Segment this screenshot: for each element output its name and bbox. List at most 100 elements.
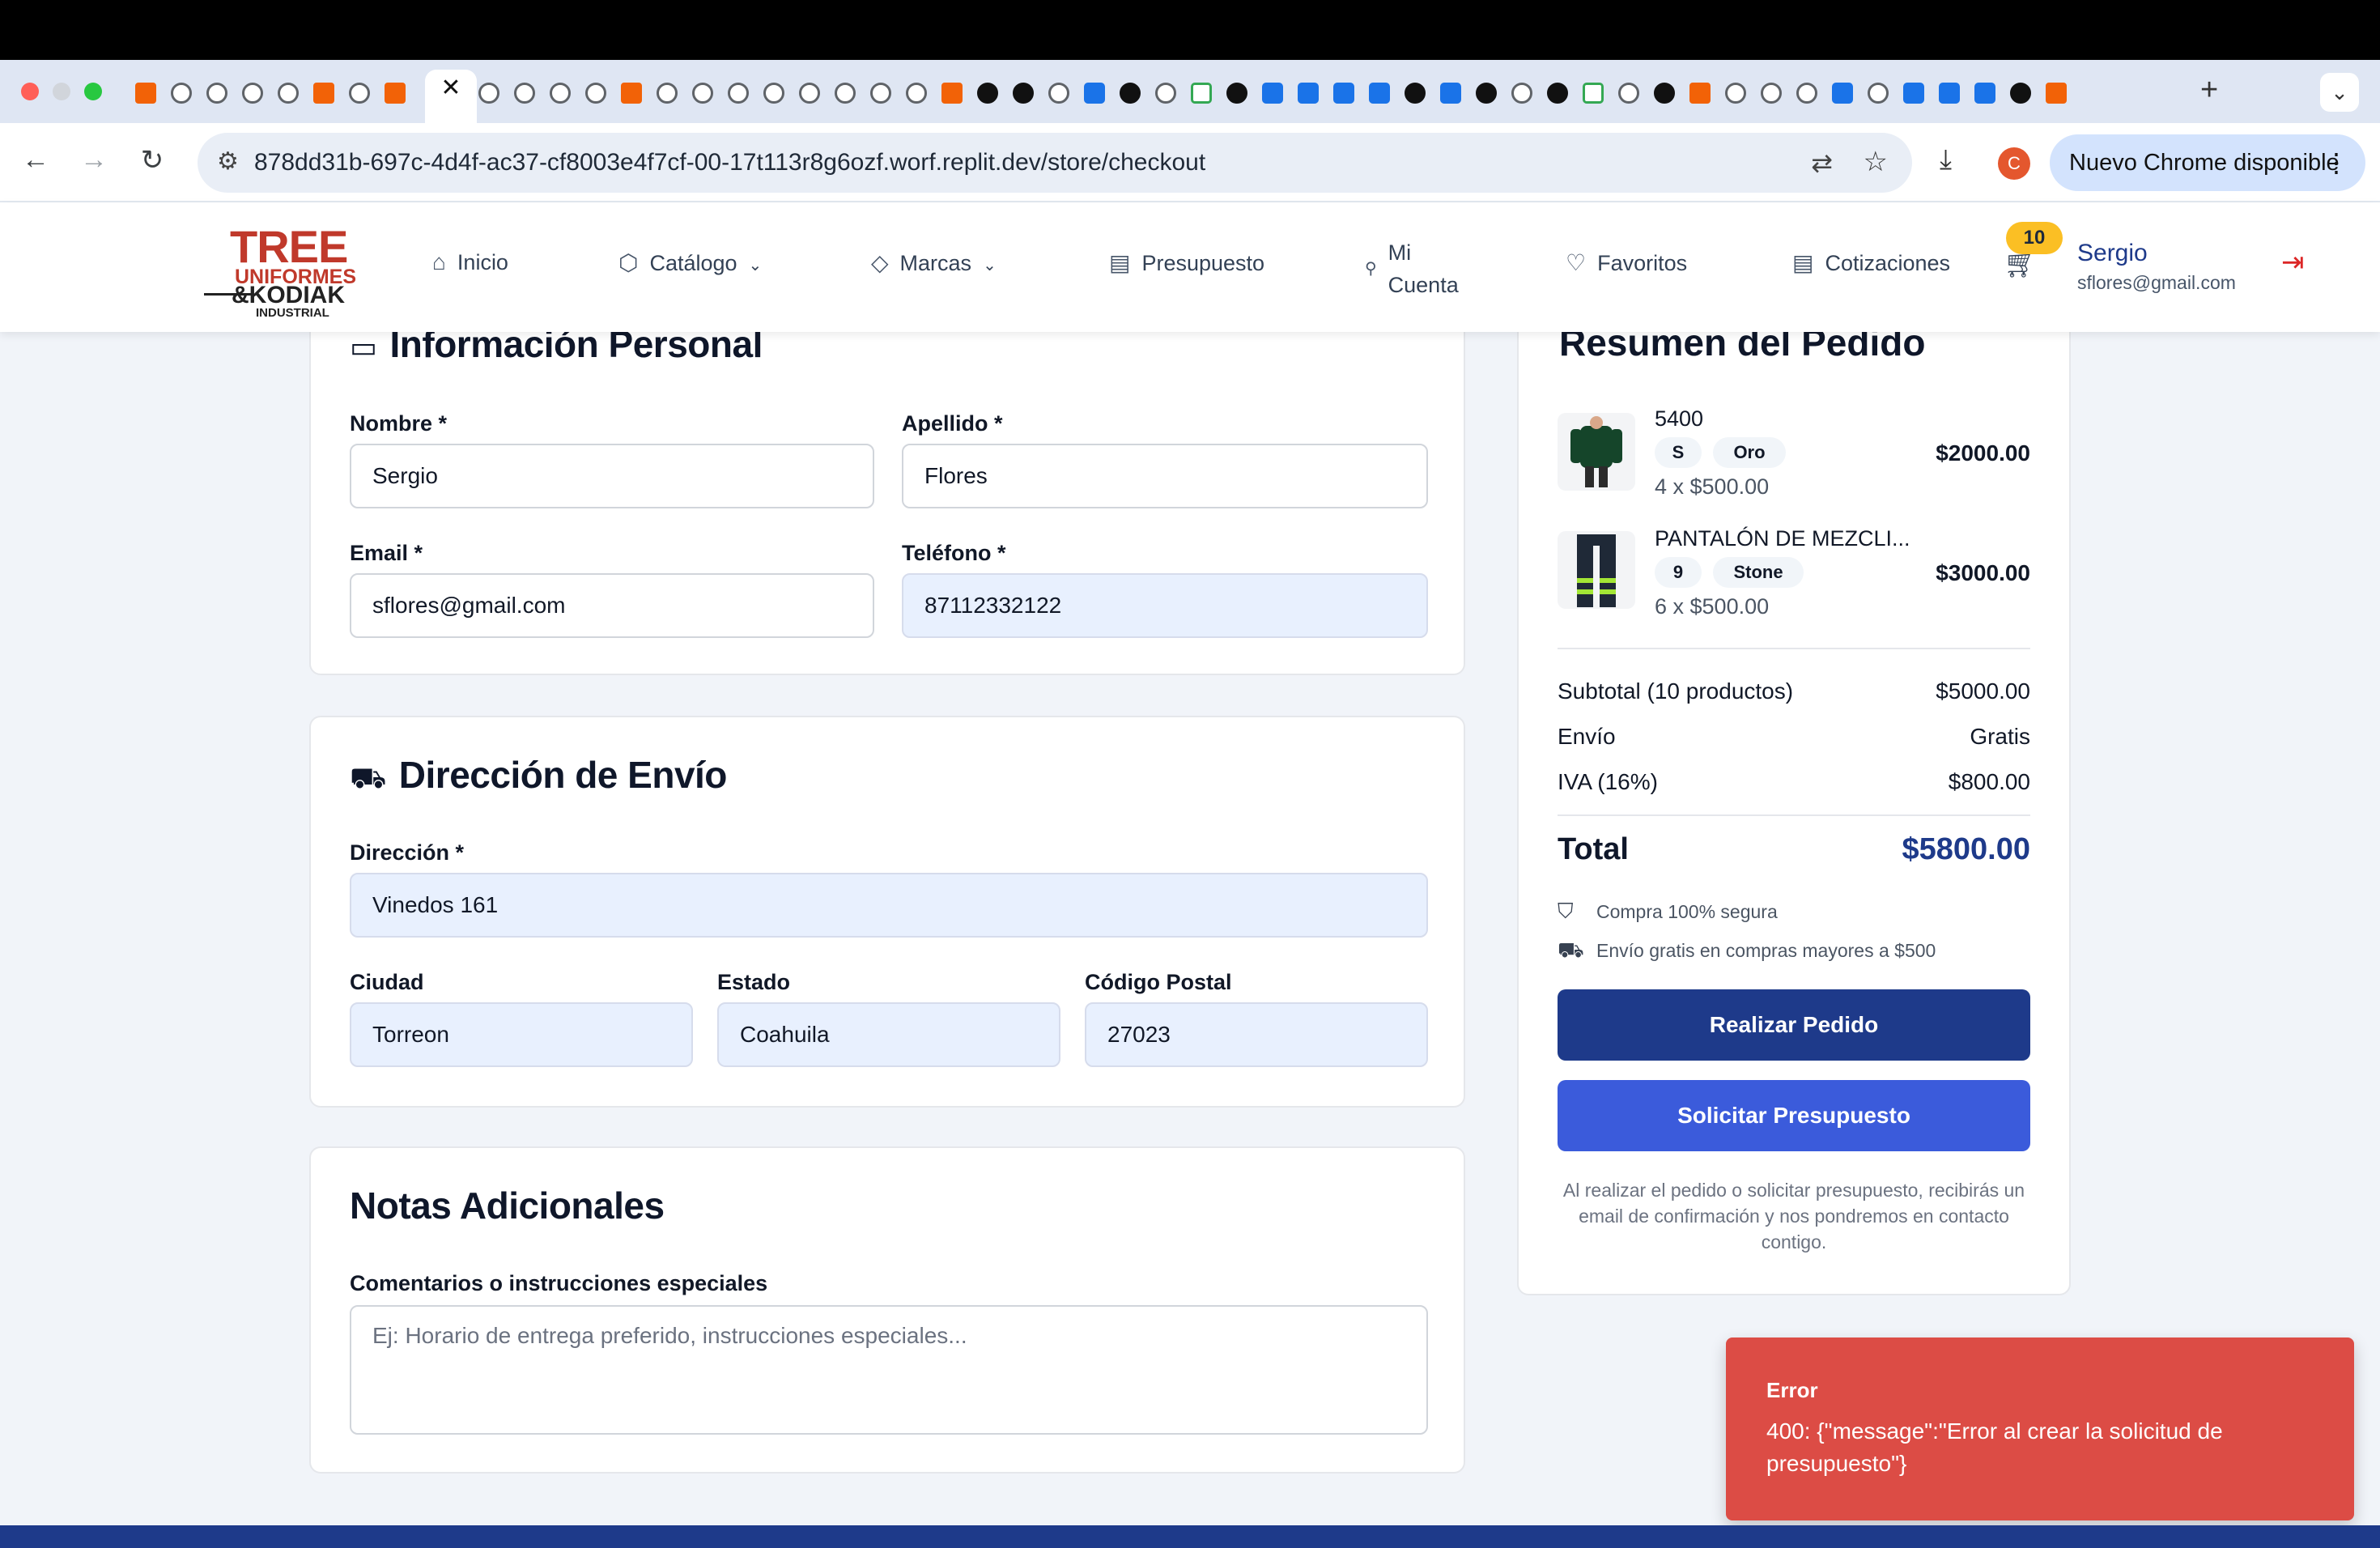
zoom-window-icon[interactable] bbox=[84, 83, 102, 100]
ciudad-input[interactable]: Torreon bbox=[350, 1002, 693, 1067]
tab-favicon-icon[interactable] bbox=[1440, 83, 1461, 104]
estado-input[interactable]: Coahuila bbox=[717, 1002, 1060, 1067]
product-thumbnail[interactable] bbox=[1558, 413, 1635, 491]
user-name[interactable]: Sergio bbox=[2077, 240, 2148, 267]
tab-search-button[interactable]: ⌄ bbox=[2320, 73, 2359, 112]
profile-avatar[interactable]: C bbox=[1998, 147, 2030, 180]
email-input[interactable]: sflores@gmail.com bbox=[350, 573, 874, 638]
tab-favicon-icon[interactable] bbox=[1226, 83, 1247, 104]
tab-favicon-icon[interactable] bbox=[1725, 83, 1746, 104]
tab-favicon-icon[interactable] bbox=[1298, 83, 1319, 104]
omnibox[interactable]: ⚙ 878dd31b-697c-4d4f-ac37-cf8003e4f7cf-0… bbox=[198, 133, 1912, 193]
tab-favicon-icon[interactable] bbox=[621, 83, 642, 104]
apellido-input[interactable]: Flores bbox=[902, 444, 1428, 508]
tab-favicon-icon[interactable] bbox=[206, 83, 227, 104]
tab-favicon-icon[interactable] bbox=[1476, 83, 1497, 104]
tab-favicon-icon[interactable] bbox=[1333, 83, 1354, 104]
tab-favicon-icon[interactable] bbox=[1903, 83, 1924, 104]
nav-mi-cuenta[interactable]: ⚲ Mi Cuenta bbox=[1365, 236, 1459, 301]
size-chip: S bbox=[1655, 437, 1702, 468]
direccion-input[interactable]: Vinedos 161 bbox=[350, 873, 1428, 938]
tab-favicon-icon[interactable] bbox=[171, 83, 192, 104]
nav-cotizaciones[interactable]: ▤ Cotizaciones bbox=[1792, 249, 1950, 276]
site-settings-icon[interactable]: ⚙ bbox=[217, 147, 239, 176]
codigo-postal-input[interactable]: 27023 bbox=[1085, 1002, 1428, 1067]
reload-icon[interactable]: ↻ bbox=[134, 144, 170, 176]
bookmark-star-icon[interactable]: ☆ bbox=[1864, 146, 1888, 178]
nav-inicio[interactable]: ⌂ Inicio bbox=[432, 249, 508, 275]
kebab-menu-icon[interactable]: ⋮ bbox=[2323, 134, 2349, 191]
logout-icon[interactable]: ⇥ bbox=[2281, 246, 2305, 279]
realizar-pedido-button[interactable]: Realizar Pedido bbox=[1558, 989, 2030, 1061]
tab-favicon-icon[interactable] bbox=[1155, 83, 1176, 104]
minimize-window-icon[interactable] bbox=[53, 83, 70, 100]
tab-favicon-icon[interactable] bbox=[835, 83, 856, 104]
tab-close-icon[interactable]: ✕ bbox=[437, 74, 465, 102]
tab-favicon-icon[interactable] bbox=[1618, 83, 1639, 104]
tab-favicon-icon[interactable] bbox=[1689, 83, 1711, 104]
tab-favicon-icon[interactable] bbox=[1191, 83, 1212, 104]
tab-favicon-icon[interactable] bbox=[1013, 83, 1034, 104]
notes-textarea[interactable]: Ej: Horario de entrega preferido, instru… bbox=[350, 1305, 1428, 1435]
tab-favicon-icon[interactable] bbox=[1868, 83, 1889, 104]
github-icon[interactable] bbox=[1120, 83, 1141, 104]
back-icon[interactable]: ← bbox=[18, 144, 53, 176]
nav-favoritos[interactable]: ♡ Favoritos bbox=[1566, 249, 1687, 276]
new-tab-button[interactable]: + bbox=[2200, 73, 2218, 108]
tab-favicon-icon[interactable] bbox=[385, 83, 406, 104]
vscode-icon[interactable] bbox=[1974, 83, 1995, 104]
nav-label: Cotizaciones bbox=[1825, 251, 1951, 275]
nav-presupuesto[interactable]: ▤ Presupuesto bbox=[1109, 249, 1264, 276]
tab-favicon-icon[interactable] bbox=[799, 83, 820, 104]
nav-marcas[interactable]: ◇ Marcas ⌄ bbox=[871, 249, 997, 276]
tab-favicon-icon[interactable] bbox=[349, 83, 370, 104]
nombre-input[interactable]: Sergio bbox=[350, 444, 874, 508]
close-window-icon[interactable] bbox=[21, 83, 39, 100]
tab-favicon-icon[interactable] bbox=[1796, 83, 1817, 104]
github-icon[interactable] bbox=[1654, 83, 1675, 104]
url-text[interactable]: 878dd31b-697c-4d4f-ac37-cf8003e4f7cf-00-… bbox=[254, 149, 1205, 176]
item-name: 5400 bbox=[1655, 406, 1704, 431]
tab-favicon-icon[interactable] bbox=[1369, 83, 1390, 104]
tab-favicon-icon[interactable] bbox=[1084, 83, 1105, 104]
tab-favicon-icon[interactable] bbox=[1262, 83, 1283, 104]
brand-logo[interactable]: TREE UNIFORMES &KODIAK INDUSTRIAL bbox=[204, 220, 358, 320]
forward-icon[interactable]: → bbox=[76, 144, 112, 176]
error-toast[interactable]: Error 400: {"message":"Error al crear la… bbox=[1726, 1337, 2354, 1520]
tab-favicon-icon[interactable] bbox=[1761, 83, 1782, 104]
google-icon[interactable] bbox=[1511, 83, 1532, 104]
tab-favicon-icon[interactable] bbox=[870, 83, 891, 104]
download-icon[interactable]: ⤓ bbox=[1940, 144, 1952, 176]
solicitar-presupuesto-button[interactable]: Solicitar Presupuesto bbox=[1558, 1080, 2030, 1151]
tab-favicon-icon[interactable] bbox=[941, 83, 963, 104]
vscode-icon[interactable] bbox=[1939, 83, 1960, 104]
chrome-update-button[interactable]: Nuevo Chrome disponible ⋮ bbox=[2050, 134, 2365, 191]
tab-favicon-icon[interactable] bbox=[763, 83, 784, 104]
tab-favicon-icon[interactable] bbox=[728, 83, 749, 104]
gmail-icon[interactable] bbox=[2046, 83, 2067, 104]
github-icon[interactable] bbox=[1547, 83, 1568, 104]
nav-catalogo[interactable]: ⬡ Catálogo ⌄ bbox=[618, 249, 762, 276]
translate-icon[interactable]: ⇄ bbox=[1811, 147, 1833, 178]
tab-favicon-icon[interactable] bbox=[135, 83, 156, 104]
product-thumbnail[interactable] bbox=[1558, 531, 1635, 609]
personal-info-card: ▭ Información Personal Nombre * Sergio Ap… bbox=[309, 300, 1465, 675]
tab-favicon-icon[interactable] bbox=[242, 83, 263, 104]
github-icon[interactable] bbox=[2010, 83, 2031, 104]
tab-favicon-icon[interactable] bbox=[977, 83, 998, 104]
tab-favicon-icon[interactable] bbox=[1048, 83, 1069, 104]
tab-favicon-icon[interactable] bbox=[906, 83, 927, 104]
toast-message: 400: {"message":"Error al crear la solic… bbox=[1766, 1418, 2223, 1476]
tab-favicon-icon[interactable] bbox=[1832, 83, 1853, 104]
tab-favicon-icon[interactable] bbox=[514, 83, 535, 104]
tab-favicon-icon[interactable] bbox=[550, 83, 571, 104]
tab-favicon-icon[interactable] bbox=[1405, 83, 1426, 104]
tab-favicon-icon[interactable] bbox=[478, 83, 499, 104]
tab-favicon-icon[interactable] bbox=[692, 83, 713, 104]
tab-favicon-icon[interactable] bbox=[657, 83, 678, 104]
tab-favicon-icon[interactable] bbox=[1583, 83, 1604, 104]
tab-favicon-icon[interactable] bbox=[585, 83, 606, 104]
telefono-input[interactable]: 87112332122 bbox=[902, 573, 1428, 638]
tab-favicon-icon[interactable] bbox=[278, 83, 299, 104]
tab-favicon-icon[interactable] bbox=[313, 83, 334, 104]
